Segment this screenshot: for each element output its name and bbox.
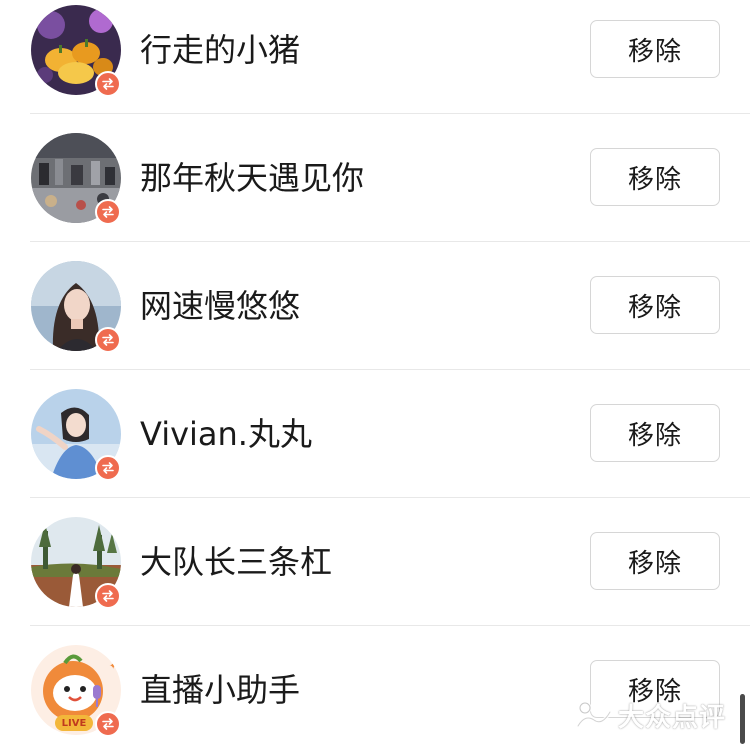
- avatar-container[interactable]: ✦ LIVE: [31, 645, 121, 737]
- avatar-container[interactable]: [31, 389, 121, 481]
- avatar-container[interactable]: [31, 133, 121, 225]
- list-item[interactable]: 那年秋天遇见你 移除: [0, 114, 750, 242]
- swap-arrows-icon: [102, 206, 114, 218]
- user-name[interactable]: 行走的小猪: [140, 30, 300, 70]
- list-item[interactable]: 行走的小猪 移除: [0, 0, 750, 114]
- user-name[interactable]: Vivian.丸丸: [140, 414, 312, 454]
- watermark-text: 大众点评: [618, 702, 727, 733]
- avatar-container[interactable]: [31, 517, 121, 609]
- svg-text:✦: ✦: [109, 661, 117, 672]
- swap-arrows-icon: [102, 590, 114, 602]
- avatar-container[interactable]: [31, 261, 121, 353]
- swap-arrows-icon: [102, 78, 114, 90]
- swap-arrows-icon: [102, 718, 114, 730]
- user-name[interactable]: 大队长三条杠: [140, 542, 332, 582]
- watermark-logo-icon: [576, 701, 612, 728]
- swap-arrows-icon: [102, 462, 114, 474]
- remove-button[interactable]: 移除: [590, 532, 720, 590]
- remove-button[interactable]: 移除: [590, 148, 720, 206]
- swap-badge: [95, 583, 121, 609]
- swap-badge: [95, 199, 121, 225]
- follow-list-screen: 行走的小猪 移除 那年秋天遇见你 移除 网速慢悠悠 移除 Vivian.丸丸 移…: [0, 0, 750, 750]
- swap-arrows-icon: [102, 334, 114, 346]
- watermark: 大众点评: [576, 693, 726, 737]
- list-item[interactable]: 大队长三条杠 移除: [0, 498, 750, 626]
- swap-badge: [95, 327, 121, 353]
- live-tag: LIVE: [55, 715, 93, 731]
- user-name[interactable]: 网速慢悠悠: [140, 286, 300, 326]
- avatar-container[interactable]: [31, 5, 121, 97]
- remove-button[interactable]: 移除: [590, 404, 720, 462]
- remove-button[interactable]: 移除: [590, 276, 720, 334]
- user-name[interactable]: 直播小助手: [140, 670, 300, 710]
- list-item[interactable]: 网速慢悠悠 移除: [0, 242, 750, 370]
- remove-button[interactable]: 移除: [590, 20, 720, 78]
- swap-badge: [95, 71, 121, 97]
- user-name[interactable]: 那年秋天遇见你: [140, 158, 364, 198]
- follow-list: 行走的小猪 移除 那年秋天遇见你 移除 网速慢悠悠 移除 Vivian.丸丸 移…: [0, 0, 750, 750]
- list-item[interactable]: Vivian.丸丸 移除: [0, 370, 750, 498]
- swap-badge: [95, 455, 121, 481]
- scrollbar[interactable]: [740, 694, 745, 744]
- swap-badge: [95, 711, 121, 737]
